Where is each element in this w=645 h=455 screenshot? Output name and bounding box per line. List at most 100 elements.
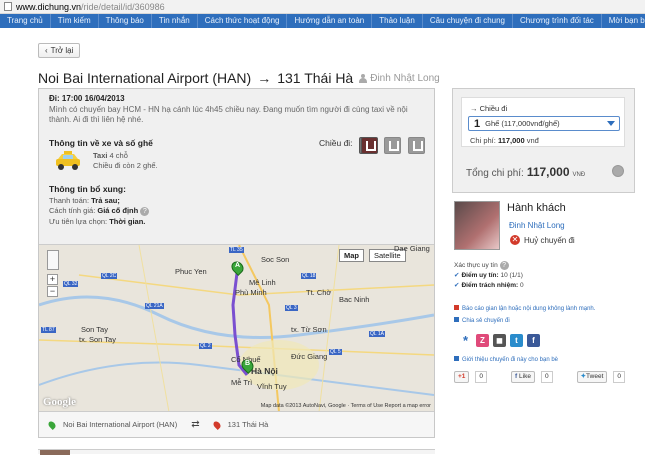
share-buttons: * Z ◼ t f [459, 334, 540, 347]
cancel-icon: ✕ [510, 235, 520, 245]
page-title: Noi Bai International Airport (HAN) → 13… [38, 70, 440, 86]
rep-label: Điểm uy tín: [461, 272, 499, 280]
trip-datetime: Đi: 17:00 16/04/2013 [49, 94, 125, 103]
booking-direction-label: Chiều đi [479, 104, 508, 113]
pegman-icon[interactable] [47, 250, 59, 270]
trip-details-panel: Đi: 17:00 16/04/2013 Mình có chuyến bay … [38, 88, 435, 438]
seat-count-select[interactable]: 1 Ghế (117,000vnđ/ghế) [468, 116, 620, 131]
road-tag: QL 3 [285, 305, 298, 311]
person-icon [359, 73, 368, 83]
share-link[interactable]: Chia sẻ chuyến đi [462, 318, 510, 324]
road-tag: QL 32 [63, 281, 79, 287]
road-tag: QL 2C [101, 273, 118, 279]
road-tag: QL 2 [199, 343, 212, 349]
seat-free-2[interactable] [408, 137, 425, 154]
driver-name: Đinh Nhật Long [370, 72, 440, 84]
booking-inner: → Chiều đi 1 Ghế (117,000vnđ/ghế) Chi ph… [461, 97, 625, 147]
share-zing-icon[interactable]: Z [476, 334, 489, 347]
seat-count: 1 [474, 117, 481, 130]
nav-safety-guide[interactable]: Hướng dẫn an toàn [287, 14, 373, 28]
map-label: Mê Linh [249, 278, 276, 287]
flag-icon [454, 317, 459, 322]
swap-icon[interactable]: ⇄ [183, 419, 207, 430]
map-label: tx. Son Tay [79, 335, 116, 344]
back-label: Trở lại [50, 46, 74, 55]
map-label: Hà Nội [251, 366, 278, 376]
nav-partners[interactable]: Chương trình đối tác [513, 14, 602, 28]
driver-link[interactable]: Đinh Nhật Long [359, 73, 440, 84]
invite-link[interactable]: Giới thiệu chuyến đi này cho bạn bè [462, 357, 558, 363]
share-twitter-icon[interactable]: t [510, 334, 523, 347]
zoom-in-button[interactable]: + [47, 274, 58, 285]
payment-label: Thanh toán: [49, 195, 90, 205]
map-label: Vĩnh Tuy [257, 382, 287, 391]
share-asterisk-icon[interactable]: * [459, 334, 472, 347]
route-to: 131 Thái Hà [277, 70, 354, 86]
url-path: /ride/detail/id/360986 [81, 1, 165, 12]
marker-b-label: B [245, 360, 251, 367]
gplus-button[interactable]: +1 [454, 371, 470, 383]
check-icon: ✔ [454, 272, 460, 280]
side-links: Báo cáo gian lận hoặc nội dung không làn… [454, 305, 595, 326]
road-tag: QL 5 [329, 349, 342, 355]
resp-value: 0 [519, 282, 524, 290]
passenger-name-link[interactable]: Đinh Nhật Long [509, 221, 565, 230]
address-bar[interactable]: www.dichung.vn/ride/detail/id/360986 [0, 0, 645, 14]
facebook-like-button[interactable]: f Like [511, 371, 535, 383]
car-seats: 4 chỗ [109, 151, 128, 160]
share-facebook-icon[interactable]: f [527, 334, 540, 347]
route-map[interactable]: + − Map Satellite Phuc Yen Soc Son Mê Li… [39, 244, 434, 411]
google-logo: Google [43, 396, 76, 408]
avatar[interactable] [454, 201, 500, 250]
passenger-heading: Hành khách [507, 202, 566, 214]
cost-value: 117,000 [497, 136, 525, 145]
nav-invite-friends[interactable]: Mời bạn bè tham g [602, 14, 645, 28]
cancel-trip-button[interactable]: ✕ Huỷ chuyến đi [510, 235, 575, 245]
gplus-count: 0 [475, 371, 488, 383]
booking-direction: → Chiều đi [470, 104, 508, 113]
nav-how-it-works[interactable]: Cách thức hoạt động [198, 14, 288, 28]
back-button[interactable]: ‹ Trở lại [38, 43, 81, 58]
report-link[interactable]: Báo cáo gian lận hoặc nội dung không làn… [462, 306, 595, 312]
road-tag: QL 1A [369, 331, 385, 337]
share-generic-icon[interactable]: ◼ [493, 334, 506, 347]
chevron-down-icon [607, 121, 615, 126]
map-attribution[interactable]: Map data ©2013 AutoNavi, Google · Terms … [261, 403, 431, 409]
payment-value: Trả sau; [91, 195, 120, 205]
map-type-map-button[interactable]: Map [339, 249, 364, 262]
nav-home[interactable]: Trang chủ [0, 14, 51, 28]
total-cost: Tổng chi phí: 117,000 VNĐ [466, 165, 585, 179]
trust-section: Xác thực uy tín ? ✔ Điểm uy tín: 10 (1/1)… [454, 261, 524, 291]
help-icon[interactable]: ? [140, 206, 150, 216]
seat-avatar [361, 137, 378, 154]
booking-panel: → Chiều đi 1 Ghế (117,000vnđ/ghế) Chi ph… [452, 88, 635, 193]
total-currency: VNĐ [572, 172, 586, 178]
route-to-label: 131 Thái Hà [227, 420, 269, 429]
total-value: 117,000 [526, 165, 570, 179]
invite-row: Giới thiệu chuyến đi này cho bạn bè [454, 356, 558, 363]
book-toggle-button[interactable] [612, 165, 624, 177]
check-icon: ✔ [454, 282, 460, 290]
nav-messages[interactable]: Tin nhắn [152, 14, 198, 28]
pricing-value: Giá cố định [97, 206, 139, 215]
tweet-count: 0 [613, 371, 626, 383]
nav-notifications[interactable]: Thông báo [99, 14, 152, 28]
page-icon [4, 2, 12, 11]
trust-title: Xác thực uy tín [454, 262, 498, 270]
seat-free-1[interactable] [384, 137, 401, 154]
zoom-out-button[interactable]: − [47, 286, 58, 297]
total-label: Tổng chi phí: [466, 168, 524, 179]
map-label: Dae Giang [394, 244, 430, 253]
nav-search[interactable]: Tìm kiếm [51, 14, 99, 28]
extra-title: Thông tin bổ xung: [49, 184, 126, 194]
rep-value: 10 (1/1) [500, 272, 523, 280]
cancel-trip-label: Huỷ chuyến đi [524, 235, 575, 245]
extra-info: Thông tin bổ xung: Thanh toán: Trả sau; … [49, 184, 150, 227]
road-tag: TL 87 [41, 327, 56, 333]
tweet-button[interactable]: ✦Tweet [576, 371, 608, 383]
nav-stories[interactable]: Câu chuyện đi chung [423, 14, 514, 28]
map-label: Tt. Chờ [306, 288, 332, 297]
help-icon[interactable]: ? [499, 261, 509, 270]
url-host: www.dichung.vn [16, 1, 82, 12]
nav-discussion[interactable]: Thảo luận [372, 14, 423, 28]
